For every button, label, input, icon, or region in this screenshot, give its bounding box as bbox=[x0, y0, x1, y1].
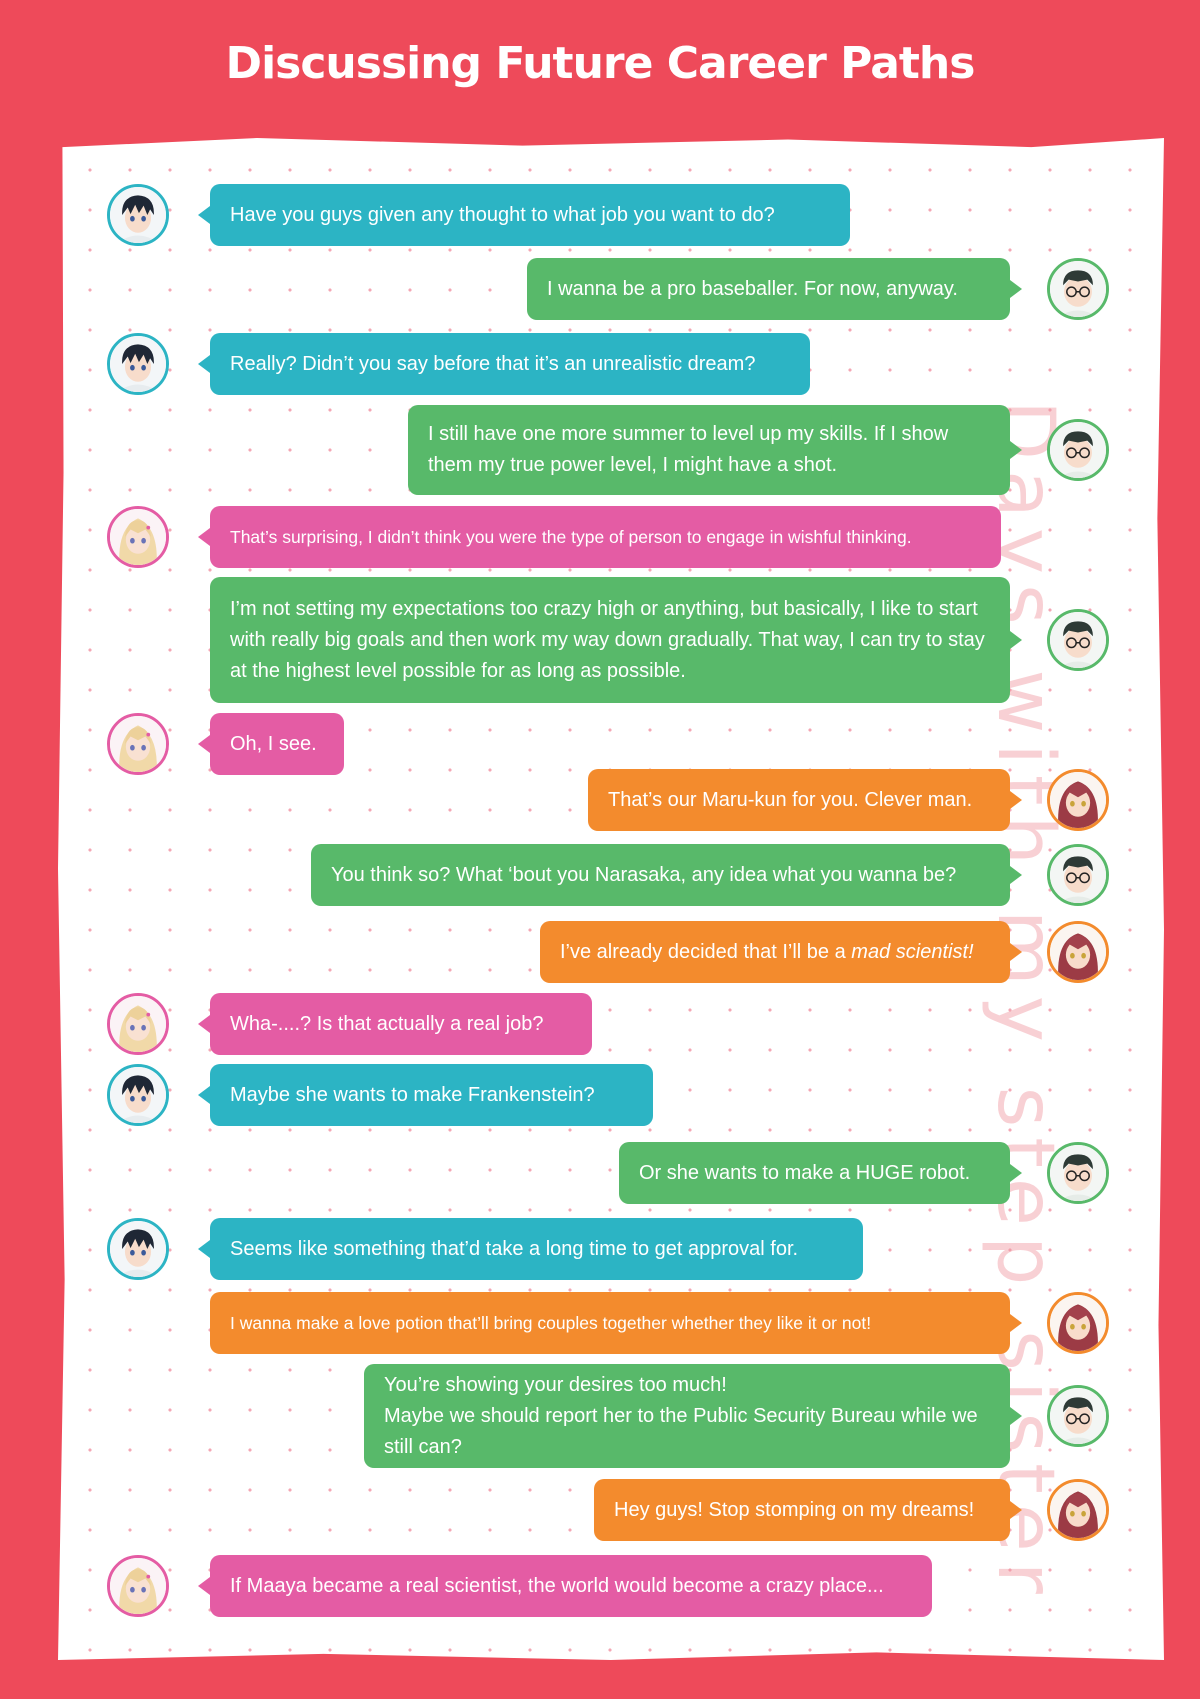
chat-bubble: That’s our Maru-kun for you. Clever man. bbox=[588, 769, 1022, 831]
message-text: You’re showing your desires too much! Ma… bbox=[384, 1373, 978, 1458]
chat-bubble: Maybe she wants to make Frankenstein? bbox=[198, 1064, 653, 1126]
chat-bubble-text: I wanna make a love potion that’ll bring… bbox=[230, 1308, 871, 1339]
chat-bubble: Or she wants to make a HUGE robot. bbox=[619, 1142, 1022, 1204]
chat-bubble-text: If Maaya became a real scientist, the wo… bbox=[230, 1571, 884, 1602]
message-text: That’s surprising, I didn’t think you we… bbox=[230, 526, 912, 547]
message-text: That’s our Maru-kun for you. Clever man. bbox=[608, 788, 973, 811]
chat-bubble: I’m not setting my expectations too craz… bbox=[210, 577, 1022, 703]
chat-bubble: I’ve already decided that I’ll be a mad … bbox=[540, 921, 1022, 983]
avatar-boy-glasses bbox=[1047, 844, 1109, 906]
avatar-portrait-icon bbox=[110, 1067, 166, 1123]
message-text: Hey guys! Stop stomping on my dreams! bbox=[614, 1498, 975, 1521]
avatar-girl-blonde bbox=[107, 713, 169, 775]
chat-bubble: You’re showing your desires too much! Ma… bbox=[364, 1364, 1022, 1468]
chat-bubble-text: Seems like something that’d take a long … bbox=[230, 1234, 798, 1265]
avatar-boy-glasses bbox=[1047, 419, 1109, 481]
avatar-portrait-icon bbox=[1050, 772, 1106, 828]
message-text: Or she wants to make a HUGE robot. bbox=[639, 1161, 971, 1184]
chat-bubble-text: I’ve already decided that I’ll be a mad … bbox=[560, 937, 974, 968]
avatar-portrait-icon bbox=[1050, 924, 1106, 980]
chat-bubble: Really? Didn’t you say before that it’s … bbox=[198, 333, 810, 395]
avatar-boy-black-hair bbox=[107, 1218, 169, 1280]
message-emphasis: mad scientist! bbox=[851, 940, 974, 963]
avatar-boy-glasses bbox=[1047, 258, 1109, 320]
message-text: I wanna be a pro baseballer. For now, an… bbox=[547, 277, 958, 300]
avatar-portrait-icon bbox=[110, 716, 166, 772]
message-text: I wanna make a love potion that’ll bring… bbox=[230, 1312, 872, 1333]
avatar-girl-red-hair bbox=[1047, 1479, 1109, 1541]
avatar-portrait-icon bbox=[110, 996, 166, 1052]
avatar-portrait-icon bbox=[110, 187, 166, 243]
avatar-girl-blonde bbox=[107, 993, 169, 1055]
chat-bubble-text: Have you guys given any thought to what … bbox=[230, 200, 775, 231]
chat-bubble: If Maaya became a real scientist, the wo… bbox=[198, 1555, 932, 1617]
message-text: Seems like something that’d take a long … bbox=[230, 1237, 799, 1260]
message-text: You think so? What ‘bout you Narasaka, a… bbox=[331, 863, 957, 886]
message-text: I’ve already decided that I’ll be a bbox=[560, 940, 852, 963]
message-text: If Maaya became a real scientist, the wo… bbox=[230, 1574, 884, 1597]
chat-bubble-text: Maybe she wants to make Frankenstein? bbox=[230, 1080, 595, 1111]
avatar-portrait-icon bbox=[1050, 422, 1106, 478]
chat-bubble-text: That’s our Maru-kun for you. Clever man. bbox=[608, 785, 972, 816]
chat-bubble: Have you guys given any thought to what … bbox=[198, 184, 850, 246]
avatar-portrait-icon bbox=[1050, 847, 1106, 903]
chat-bubble-text: Wha-....? Is that actually a real job? bbox=[230, 1009, 544, 1040]
message-text: Have you guys given any thought to what … bbox=[230, 203, 775, 226]
avatar-portrait-icon bbox=[110, 1558, 166, 1614]
message-text: Oh, I see. bbox=[230, 732, 317, 755]
chat-bubble-text: You think so? What ‘bout you Narasaka, a… bbox=[331, 860, 956, 891]
chat-bubble-text: Hey guys! Stop stomping on my dreams! bbox=[614, 1495, 974, 1526]
avatar-boy-black-hair bbox=[107, 184, 169, 246]
chat-bubble-text: Or she wants to make a HUGE robot. bbox=[639, 1158, 970, 1189]
avatar-girl-red-hair bbox=[1047, 769, 1109, 831]
avatar-boy-glasses bbox=[1047, 609, 1109, 671]
chat-bubble: That’s surprising, I didn’t think you we… bbox=[198, 506, 1001, 568]
chat-bubble: I wanna make a love potion that’ll bring… bbox=[210, 1292, 1022, 1354]
page-title: Discussing Future Career Paths bbox=[225, 38, 976, 89]
message-text: I’m not setting my expectations too craz… bbox=[230, 597, 985, 682]
avatar-boy-glasses bbox=[1047, 1142, 1109, 1204]
avatar-girl-blonde bbox=[107, 506, 169, 568]
avatar-portrait-icon bbox=[1050, 1482, 1106, 1538]
chat-bubble: Oh, I see. bbox=[198, 713, 344, 775]
avatar-portrait-icon bbox=[1050, 612, 1106, 668]
chat-bubble: I still have one more summer to level up… bbox=[408, 405, 1022, 495]
avatar-portrait-icon bbox=[1050, 1145, 1106, 1201]
avatar-portrait-icon bbox=[110, 1221, 166, 1277]
chat-bubble-text: That’s surprising, I didn’t think you we… bbox=[230, 522, 912, 553]
message-text: Really? Didn’t you say before that it’s … bbox=[230, 352, 756, 375]
chat-bubble: Hey guys! Stop stomping on my dreams! bbox=[594, 1479, 1022, 1541]
message-text: I still have one more summer to level up… bbox=[428, 423, 949, 476]
chat-bubble-text: I wanna be a pro baseballer. For now, an… bbox=[547, 274, 958, 305]
avatar-boy-glasses bbox=[1047, 1385, 1109, 1447]
chat-bubble-text: I still have one more summer to level up… bbox=[428, 419, 990, 481]
avatar-boy-black-hair bbox=[107, 1064, 169, 1126]
avatar-portrait-icon bbox=[1050, 261, 1106, 317]
chat-bubble-text: Really? Didn’t you say before that it’s … bbox=[230, 349, 755, 380]
avatar-portrait-icon bbox=[110, 336, 166, 392]
message-text: Maybe she wants to make Frankenstein? bbox=[230, 1083, 595, 1106]
avatar-girl-red-hair bbox=[1047, 921, 1109, 983]
message-text: Wha-....? Is that actually a real job? bbox=[230, 1012, 544, 1035]
chat-bubble-text: Oh, I see. bbox=[230, 729, 317, 760]
chat-bubble-text: I’m not setting my expectations too craz… bbox=[230, 594, 990, 687]
avatar-portrait-icon bbox=[110, 509, 166, 565]
avatar-girl-blonde bbox=[107, 1555, 169, 1617]
chat-bubble: Seems like something that’d take a long … bbox=[198, 1218, 863, 1280]
avatar-portrait-icon bbox=[1050, 1388, 1106, 1444]
chat-bubble-text: You’re showing your desires too much! Ma… bbox=[384, 1370, 990, 1463]
chat-bubble: I wanna be a pro baseballer. For now, an… bbox=[527, 258, 1022, 320]
chat-bubble: Wha-....? Is that actually a real job? bbox=[198, 993, 592, 1055]
avatar-portrait-icon bbox=[1050, 1295, 1106, 1351]
avatar-girl-red-hair bbox=[1047, 1292, 1109, 1354]
avatar-boy-black-hair bbox=[107, 333, 169, 395]
chat-bubble: You think so? What ‘bout you Narasaka, a… bbox=[311, 844, 1022, 906]
